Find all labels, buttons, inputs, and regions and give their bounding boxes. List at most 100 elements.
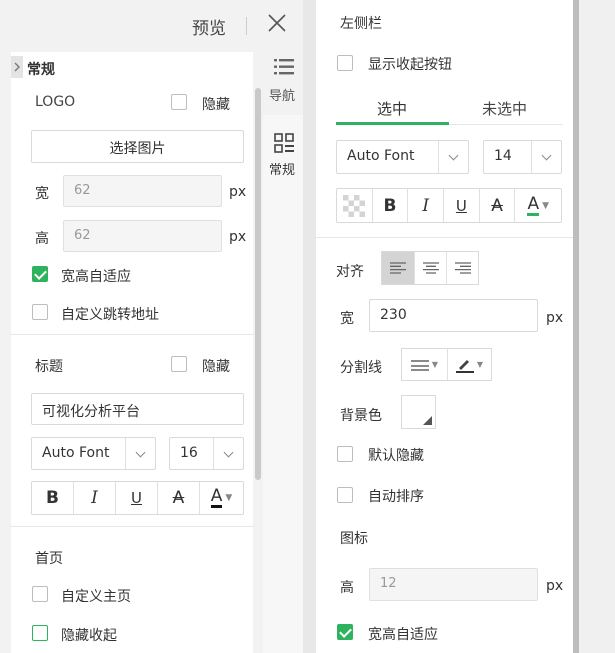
sidebar-size-select[interactable]: 14: [483, 140, 562, 174]
chevron-down-icon: [125, 438, 155, 469]
title-font-value: Auto Font: [42, 445, 110, 461]
bold-button[interactable]: B: [373, 189, 409, 222]
line-style-icon: [410, 359, 429, 371]
custom-home-checkbox[interactable]: [32, 586, 48, 602]
tab-navigation[interactable]: 导航: [269, 85, 295, 104]
bg-color-label: 背景色: [340, 408, 382, 424]
logo-auto-fit-checkbox[interactable]: [32, 266, 48, 282]
logo-hide-label: 隐藏: [202, 97, 230, 113]
section-divider: [11, 334, 253, 335]
tab-active-indicator: [336, 122, 449, 125]
custom-link-checkbox[interactable]: [32, 304, 48, 320]
italic-button[interactable]: I: [74, 482, 116, 514]
title-hide-checkbox[interactable]: [171, 356, 187, 372]
title-size-select[interactable]: 16: [169, 437, 244, 470]
custom-link-label: 自定义跳转地址: [61, 307, 159, 323]
sidebar-width-value: 230: [380, 307, 407, 323]
font-color-button[interactable]: A ▼: [515, 189, 561, 222]
transparent-fill-icon: [343, 194, 366, 217]
section-divider: [11, 526, 253, 527]
align-right-icon: [454, 262, 471, 274]
chevron-down-icon: [438, 141, 468, 173]
underline-button[interactable]: U: [444, 189, 480, 222]
title-font-select[interactable]: Auto Font: [31, 437, 156, 470]
sidebar-font-value: Auto Font: [347, 148, 415, 164]
fill-color-button[interactable]: [337, 189, 373, 222]
icon-height-input[interactable]: 12: [369, 568, 538, 601]
logo-width-unit: px: [229, 184, 247, 200]
logo-auto-fit-label: 宽高自适应: [61, 269, 131, 285]
side-tab-active-bg: [263, 115, 303, 653]
sidebar-width-unit: px: [546, 310, 564, 326]
pen-icon: [455, 359, 474, 373]
icon-auto-fit-label: 宽高自适应: [368, 627, 438, 643]
hide-collapse-label: 隐藏收起: [61, 628, 117, 644]
font-color-button[interactable]: A ▼: [200, 482, 243, 514]
logo-width-input[interactable]: 62: [63, 175, 222, 207]
align-left-icon: [390, 262, 406, 274]
align-right-button[interactable]: [446, 252, 478, 284]
caret-down-icon: ▼: [476, 360, 484, 369]
icon-height-unit: px: [546, 578, 564, 594]
align-center-icon: [422, 262, 439, 274]
divider-style-group: ▼ ▼: [401, 348, 492, 381]
auto-sort-label: 自动排序: [368, 489, 424, 505]
close-icon[interactable]: [266, 12, 288, 34]
default-hide-checkbox[interactable]: [337, 446, 353, 462]
icon-section-label: 图标: [340, 531, 368, 547]
sidebar-font-select[interactable]: Auto Font: [336, 140, 469, 174]
align-button-group: [381, 251, 479, 285]
chevron-down-icon: [213, 438, 243, 469]
grid-icon[interactable]: [274, 133, 294, 153]
show-collapse-button-label: 显示收起按钮: [368, 57, 452, 73]
left-scrollbar[interactable]: [255, 88, 261, 480]
home-label: 首页: [35, 551, 63, 567]
line-color-button[interactable]: ▼: [447, 349, 491, 380]
divider-label: 分割线: [340, 360, 382, 376]
strikethrough-button[interactable]: A: [480, 189, 516, 222]
caret-down-icon: ▼: [542, 200, 549, 211]
sidebar-width-input[interactable]: 230: [369, 299, 538, 332]
icon-auto-fit-checkbox[interactable]: [337, 624, 353, 640]
sidebar-section-title: 左侧栏: [340, 16, 382, 32]
logo-hide-checkbox[interactable]: [171, 94, 187, 110]
underline-button[interactable]: U: [116, 482, 158, 514]
list-icon[interactable]: [274, 58, 294, 76]
logo-height-input[interactable]: 62: [63, 220, 222, 252]
default-hide-label: 默认隐藏: [368, 448, 424, 464]
hide-collapse-checkbox[interactable]: [32, 625, 48, 641]
auto-sort-checkbox[interactable]: [337, 487, 353, 503]
bold-button[interactable]: B: [32, 482, 74, 514]
logo-height-unit: px: [229, 229, 247, 245]
line-style-button[interactable]: ▼: [402, 349, 447, 380]
align-center-button[interactable]: [414, 252, 446, 284]
align-left-button[interactable]: [382, 252, 414, 284]
choose-image-label: 选择图片: [109, 141, 166, 157]
font-color-letter: A: [210, 486, 223, 508]
italic-button[interactable]: I: [408, 189, 445, 222]
bg-color-picker[interactable]: [401, 395, 436, 429]
logo-width-label: 宽: [35, 186, 49, 202]
collapse-arrow-icon[interactable]: [11, 56, 23, 78]
title-text-value: 可视化分析平台: [42, 404, 140, 420]
strikethrough-button[interactable]: A: [158, 482, 200, 514]
title-format-toolbar: B I U A A ▼: [31, 481, 244, 515]
sidebar-format-toolbar: B I U A A ▼: [336, 188, 562, 223]
tab-general[interactable]: 常规: [269, 159, 295, 178]
tab-unselected[interactable]: 未选中: [482, 98, 527, 119]
preview-button[interactable]: 预览: [192, 14, 226, 39]
chevron-down-icon: [531, 141, 561, 173]
logo-height-label: 高: [35, 231, 49, 247]
caret-down-icon: ▼: [431, 360, 439, 369]
color-corner-icon: [423, 416, 432, 425]
align-label: 对齐: [336, 264, 364, 280]
choose-image-button[interactable]: 选择图片: [31, 130, 244, 163]
sidebar-size-value: 14: [494, 148, 512, 164]
tab-selected[interactable]: 选中: [377, 98, 407, 119]
title-text-input[interactable]: 可视化分析平台: [31, 393, 244, 425]
caret-down-icon: ▼: [225, 493, 233, 503]
show-collapse-button-checkbox[interactable]: [337, 55, 353, 71]
title-label: 标题: [35, 359, 63, 375]
section-title-general: 常规: [27, 62, 55, 78]
font-color-letter: A: [527, 193, 540, 216]
